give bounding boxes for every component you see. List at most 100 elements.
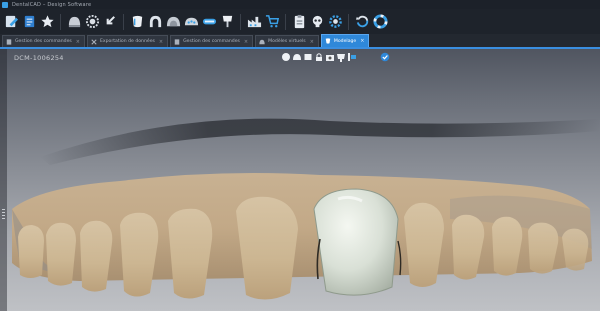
- upper-jaw-button[interactable]: [183, 14, 199, 30]
- tab-exportation[interactable]: Exportation de données ×: [87, 35, 169, 47]
- document-icon: [6, 38, 12, 45]
- align-button[interactable]: [347, 51, 357, 62]
- document-tabs: Gestion des commandes × Exportation de d…: [0, 34, 600, 49]
- front-view-icon: [282, 52, 290, 61]
- case-id-label: DCM-1006254: [14, 54, 64, 62]
- notes-button[interactable]: [21, 14, 37, 30]
- crown-restoration[interactable]: [313, 188, 399, 296]
- main-toolbar: [0, 9, 600, 34]
- snapshot-button[interactable]: [325, 51, 335, 62]
- tooth-button[interactable]: [129, 14, 145, 30]
- tooth: [80, 220, 113, 292]
- tooth: [46, 222, 76, 286]
- side-panel-handle[interactable]: [0, 49, 7, 311]
- factory-icon: [247, 16, 261, 28]
- left-view-icon: [304, 53, 312, 60]
- toolbar-separator: [285, 13, 286, 30]
- grip-dots: [2, 209, 5, 221]
- tooth: [562, 228, 589, 271]
- help-button[interactable]: [372, 14, 388, 30]
- single-tooth-button[interactable]: [219, 14, 235, 30]
- tab-label: Gestion des commandes: [15, 39, 72, 44]
- top-view-button[interactable]: [292, 51, 302, 62]
- gear-wheel-icon: [85, 14, 99, 29]
- model-icon: [259, 39, 265, 44]
- model-button[interactable]: [165, 14, 181, 30]
- lifebuoy-icon: [372, 14, 388, 29]
- single-tooth-icon: [222, 15, 232, 28]
- tab-close-icon[interactable]: ×: [310, 39, 314, 45]
- tab-close-icon[interactable]: ×: [159, 39, 163, 45]
- tab-label: Gestion des commandes: [183, 39, 240, 44]
- dome-icon: [68, 16, 80, 28]
- sync-button[interactable]: [354, 14, 370, 30]
- cart-icon: [265, 15, 279, 28]
- tooth: [168, 208, 213, 299]
- tab-close-icon[interactable]: ×: [244, 39, 248, 45]
- title-bar: DentalCAD – Design Software: [0, 0, 600, 9]
- tab-close-icon[interactable]: ×: [76, 39, 80, 45]
- tooth-central-incisor: [236, 196, 298, 300]
- model-dome-icon: [166, 16, 180, 27]
- model-toggle-button[interactable]: [336, 51, 346, 62]
- arch-icon: [149, 15, 161, 28]
- window-title: DentalCAD – Design Software: [12, 1, 92, 8]
- settings-icon: [328, 15, 342, 28]
- tab-label: Exportation de données: [100, 39, 155, 44]
- favorites-button[interactable]: [39, 14, 55, 30]
- configure-button[interactable]: [84, 14, 100, 30]
- lock-icon: [316, 52, 322, 61]
- tab-gestion-commandes-2[interactable]: Gestion des commandes ×: [170, 35, 254, 47]
- arch-button[interactable]: [147, 14, 163, 30]
- toolbar-separator: [348, 13, 349, 30]
- skull-icon: [312, 15, 322, 28]
- edit-button[interactable]: [3, 14, 19, 30]
- 3d-viewport[interactable]: DCM-1006254: [0, 49, 600, 311]
- front-view-button[interactable]: [281, 51, 291, 62]
- left-view-button[interactable]: [303, 51, 313, 62]
- confirm-button[interactable]: [380, 51, 390, 62]
- cart-button[interactable]: [264, 14, 280, 30]
- report-button[interactable]: [291, 14, 307, 30]
- refresh-icon: [355, 15, 368, 28]
- bar-icon: [202, 18, 216, 25]
- tooth: [120, 212, 159, 297]
- upper-jaw-icon: [184, 17, 198, 26]
- antagonist-shadow: [40, 118, 600, 165]
- check-circle-icon: [380, 52, 390, 61]
- tooth-icon: [132, 15, 142, 28]
- model-icon: [337, 53, 345, 62]
- export-button[interactable]: [102, 14, 118, 30]
- camera-icon: [326, 54, 334, 61]
- tab-modeles-virtuels[interactable]: Modèles virtuels ×: [255, 35, 319, 47]
- notes-icon: [24, 15, 34, 28]
- tab-gestion-commandes[interactable]: Gestion des commandes ×: [2, 35, 85, 47]
- dental-cad-window: DentalCAD – Design Software Gestion des …: [0, 0, 600, 311]
- document-icon: [174, 38, 180, 45]
- top-view-icon: [293, 53, 301, 60]
- align-icon: [348, 52, 356, 61]
- production-button[interactable]: [246, 14, 262, 30]
- export-icon: [106, 16, 115, 25]
- tooth-icon: [325, 38, 331, 44]
- danger-button[interactable]: [309, 14, 325, 30]
- app-logo-icon: [2, 1, 8, 8]
- toolbar-separator: [60, 13, 61, 30]
- tab-modelage[interactable]: Modelage ×: [320, 34, 370, 47]
- tools-icon: [91, 38, 97, 45]
- settings-button[interactable]: [327, 14, 343, 30]
- tab-close-icon[interactable]: ×: [360, 38, 364, 44]
- view-toolbar: [281, 51, 391, 62]
- tab-label: Modelage: [333, 38, 357, 44]
- tab-label: Modèles virtuels: [268, 39, 306, 44]
- star-icon: [40, 15, 54, 28]
- scan-button[interactable]: [66, 14, 82, 30]
- toolbar-separator: [240, 13, 241, 30]
- toolbar-separator: [123, 13, 124, 30]
- bar-button[interactable]: [201, 14, 217, 30]
- edit-icon: [5, 15, 18, 28]
- lock-button[interactable]: [314, 51, 324, 62]
- dental-model-3d[interactable]: [0, 49, 600, 311]
- clipboard-icon: [294, 14, 304, 29]
- tooth: [18, 225, 44, 278]
